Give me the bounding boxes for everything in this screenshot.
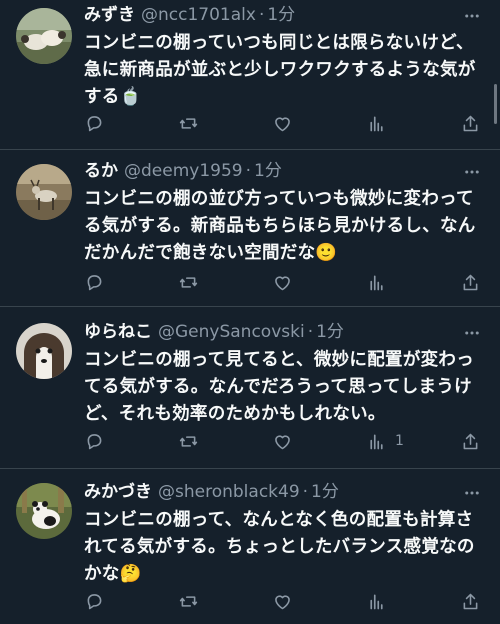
retweet-icon [179, 117, 198, 129]
share-button[interactable] [460, 113, 484, 134]
share-button[interactable] [460, 431, 484, 452]
views-button[interactable] [366, 272, 426, 293]
share-button[interactable] [460, 591, 484, 612]
retweet-button[interactable] [178, 591, 238, 612]
like-icon [275, 434, 290, 449]
panda-photo-icon [16, 483, 72, 539]
avatar[interactable] [16, 483, 72, 539]
deer-photo-icon [16, 164, 72, 220]
dog-photo-icon [16, 323, 72, 379]
reply-button[interactable] [84, 272, 144, 293]
more-button[interactable] [460, 323, 484, 343]
share-icon [463, 433, 478, 449]
retweet-button[interactable] [178, 272, 238, 293]
reply-button[interactable] [84, 431, 144, 452]
like-icon [275, 116, 290, 131]
views-button[interactable] [366, 113, 426, 134]
tea-emoji: 🍵 [119, 87, 142, 107]
reply-button[interactable] [84, 591, 144, 612]
separator-dot: · [302, 482, 309, 502]
more-icon [465, 331, 479, 335]
like-button[interactable] [272, 113, 332, 134]
like-icon [275, 275, 290, 290]
share-icon [463, 593, 478, 609]
like-icon [275, 594, 290, 609]
user-handle[interactable]: @sheronblack49 [158, 481, 300, 503]
timeline: みずき @ncc1701alx · 1分 コンビニの棚っていつも同じとは限らない… [0, 0, 500, 624]
user-handle[interactable]: @ncc1701alx [141, 4, 256, 26]
more-icon [465, 14, 479, 18]
more-button[interactable] [460, 483, 484, 503]
views-button[interactable]: 1 [366, 431, 426, 452]
display-name[interactable]: ゆらねこ [84, 321, 152, 343]
separator-dot: · [307, 322, 314, 342]
views-icon [370, 275, 383, 290]
share-button[interactable] [460, 272, 484, 293]
reply-icon [87, 433, 102, 449]
separator-dot: · [245, 161, 251, 181]
views-icon [370, 594, 383, 609]
tweet-body: コンビニの棚の並び方っていつも微妙に変わってる気がする。新商品もちらほら見かける… [84, 189, 476, 263]
reply-icon [87, 593, 102, 609]
reply-button[interactable] [84, 113, 144, 134]
like-button[interactable] [272, 591, 332, 612]
avatar[interactable] [16, 164, 72, 220]
retweet-button[interactable] [178, 431, 238, 452]
views-icon [370, 116, 383, 131]
tweet-body: コンビニの棚っていつも同じとは限らないけど、急に新商品が並ぶと少しワクワクするよ… [84, 33, 476, 107]
tweet-actions [84, 270, 484, 294]
views-icon [370, 434, 383, 449]
timestamp[interactable]: 1分 [311, 481, 339, 503]
timestamp[interactable]: 1分 [254, 160, 282, 182]
tweet-text: コンビニの棚っていつも同じとは限らないけど、急に新商品が並ぶと少しワクワクするよ… [84, 30, 484, 111]
reply-icon [87, 115, 102, 131]
tweet-text: コンビニの棚の並び方っていつも微妙に変わってる気がする。新商品もちらほら見かける… [84, 186, 484, 267]
more-button[interactable] [460, 6, 484, 26]
display-name[interactable]: るか [84, 160, 118, 182]
like-button[interactable] [272, 431, 332, 452]
avatar[interactable] [16, 8, 72, 64]
more-button[interactable] [460, 162, 484, 182]
user-handle[interactable]: @deemy1959 [124, 160, 243, 182]
tweet-text: コンビニの棚って、なんとなく色の配置も計算されてる気がする。ちょっとしたバランス… [84, 507, 484, 588]
share-icon [463, 115, 478, 131]
share-icon [463, 274, 478, 290]
tweet[interactable]: ゆらねこ @GenySancovski · 1分 コンビニの棚って見てると、微妙… [0, 307, 500, 469]
display-name[interactable]: みかづき [84, 481, 152, 503]
tweet-body: コンビニの棚って、なんとなく色の配置も計算されてる気がする。ちょっとしたバランス… [84, 510, 475, 584]
like-button[interactable] [272, 272, 332, 293]
retweet-icon [179, 276, 198, 288]
tweet-actions: 1 [84, 429, 484, 453]
views-button[interactable] [366, 591, 426, 612]
views-count: 1 [395, 433, 404, 449]
retweet-icon [179, 595, 198, 607]
more-icon [465, 491, 479, 495]
tweet[interactable]: みかづき @sheronblack49 · 1分 コンビニの棚って、なんとなく色… [0, 469, 500, 624]
user-handle[interactable]: @GenySancovski [158, 321, 305, 343]
display-name[interactable]: みずき [84, 4, 135, 26]
thinking-emoji: 🤔 [119, 564, 142, 584]
tweet[interactable]: みずき @ncc1701alx · 1分 コンビニの棚っていつも同じとは限らない… [0, 0, 500, 150]
reply-icon [87, 274, 102, 290]
timestamp[interactable]: 1分 [267, 4, 295, 26]
separator-dot: · [258, 5, 265, 25]
scrollbar[interactable] [494, 84, 497, 124]
tweet-actions [84, 589, 484, 613]
tweet-actions [84, 111, 484, 135]
sheep-photo-icon [16, 8, 72, 64]
tweet[interactable]: るか @deemy1959 · 1分 コンビニの棚の並び方っていつも微妙に変わっ… [0, 150, 500, 307]
timestamp[interactable]: 1分 [316, 321, 344, 343]
avatar[interactable] [16, 323, 72, 379]
smile-emoji: 🙂 [315, 243, 338, 263]
retweet-button[interactable] [178, 113, 238, 134]
retweet-icon [179, 435, 198, 447]
tweet-text: コンビニの棚って見てると、微妙に配置が変わってる気がする。なんでだろうって思って… [84, 350, 475, 424]
more-icon [465, 170, 479, 174]
